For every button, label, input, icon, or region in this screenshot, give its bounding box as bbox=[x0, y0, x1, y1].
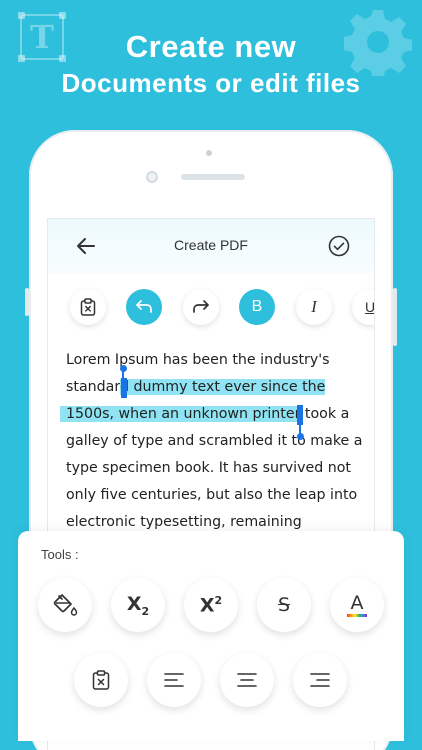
redo-icon bbox=[193, 300, 209, 313]
selection-start-caret bbox=[121, 378, 127, 398]
subscript-label: X2 bbox=[127, 593, 149, 618]
page-title: Create PDF bbox=[174, 237, 248, 253]
subscript-base: X bbox=[126, 592, 142, 615]
phone-speaker bbox=[181, 174, 245, 180]
undo-icon bbox=[136, 300, 152, 313]
color-spectrum-bar bbox=[347, 613, 367, 617]
doc-line: galley of type and scrambled it to make … bbox=[66, 433, 363, 449]
doc-line: standard dummy text ever since the bbox=[66, 374, 366, 401]
font-color-glyph: A bbox=[347, 591, 367, 617]
paint-bucket-icon bbox=[53, 594, 78, 616]
undo-button[interactable] bbox=[126, 289, 162, 325]
align-center-button[interactable] bbox=[220, 653, 274, 707]
subscript-button[interactable]: X2 bbox=[111, 578, 165, 632]
app-header: Create PDF bbox=[48, 219, 374, 273]
selection-end-caret bbox=[297, 405, 303, 425]
phone-side-button bbox=[393, 288, 397, 346]
align-left-button[interactable] bbox=[147, 653, 201, 707]
superscript-button[interactable]: X2 bbox=[184, 578, 238, 632]
paste-button[interactable] bbox=[70, 289, 106, 325]
font-color-button[interactable]: A bbox=[330, 578, 384, 632]
headline-line-2: Documents or edit files bbox=[61, 68, 361, 98]
strikethrough-button[interactable]: S bbox=[257, 578, 311, 632]
clear-format-button[interactable] bbox=[74, 653, 128, 707]
italic-button[interactable]: I bbox=[296, 289, 332, 325]
superscript-mark: 2 bbox=[214, 593, 223, 607]
selection-end-handle[interactable] bbox=[297, 433, 304, 440]
bold-label: B bbox=[251, 298, 263, 315]
redo-button[interactable] bbox=[183, 289, 219, 325]
selected-text: d dummy text ever since the bbox=[119, 379, 326, 395]
headline-line-1: Create new bbox=[125, 29, 297, 64]
doc-text: took a bbox=[300, 406, 350, 422]
strikethrough-label: S bbox=[277, 594, 291, 616]
document-text[interactable]: Lorem Ipsum has been the industry's stan… bbox=[60, 347, 366, 536]
doc-line: type specimen book. It has survived not bbox=[66, 460, 351, 476]
format-toolbar: B I U bbox=[48, 273, 374, 339]
superscript-label: X2 bbox=[200, 594, 222, 616]
doc-line: 1500s, when an unknown printer took a bbox=[60, 401, 366, 428]
selected-text: 1500s, when an unknown printer bbox=[60, 406, 301, 422]
align-left-icon bbox=[164, 673, 184, 687]
phone-camera bbox=[146, 171, 158, 183]
phone-sensor bbox=[206, 150, 212, 156]
tools-panel: Tools : X2 X2 S A bbox=[18, 531, 404, 741]
phone-side-button bbox=[25, 288, 29, 316]
font-color-label: A bbox=[350, 591, 364, 614]
underline-label: U bbox=[364, 299, 375, 315]
doc-text: standar bbox=[66, 379, 120, 395]
tools-label: Tools : bbox=[41, 547, 79, 562]
check-circle-icon[interactable] bbox=[328, 235, 350, 257]
clipboard-x-icon bbox=[92, 670, 110, 690]
align-right-button[interactable] bbox=[293, 653, 347, 707]
promo-headline: Create new Documents or edit files bbox=[0, 28, 422, 100]
align-right-icon bbox=[310, 673, 330, 687]
fill-color-button[interactable] bbox=[38, 578, 92, 632]
bold-button[interactable]: B bbox=[239, 289, 275, 325]
italic-label: I bbox=[311, 297, 317, 316]
align-center-icon bbox=[237, 673, 257, 687]
underline-button[interactable]: U bbox=[352, 289, 375, 325]
clipboard-icon bbox=[80, 298, 96, 316]
doc-line: Lorem Ipsum has been the industry's bbox=[66, 352, 330, 368]
subscript-mark: 2 bbox=[141, 604, 150, 618]
doc-line: only five centuries, but also the leap i… bbox=[66, 487, 358, 503]
superscript-base: X bbox=[199, 594, 215, 617]
